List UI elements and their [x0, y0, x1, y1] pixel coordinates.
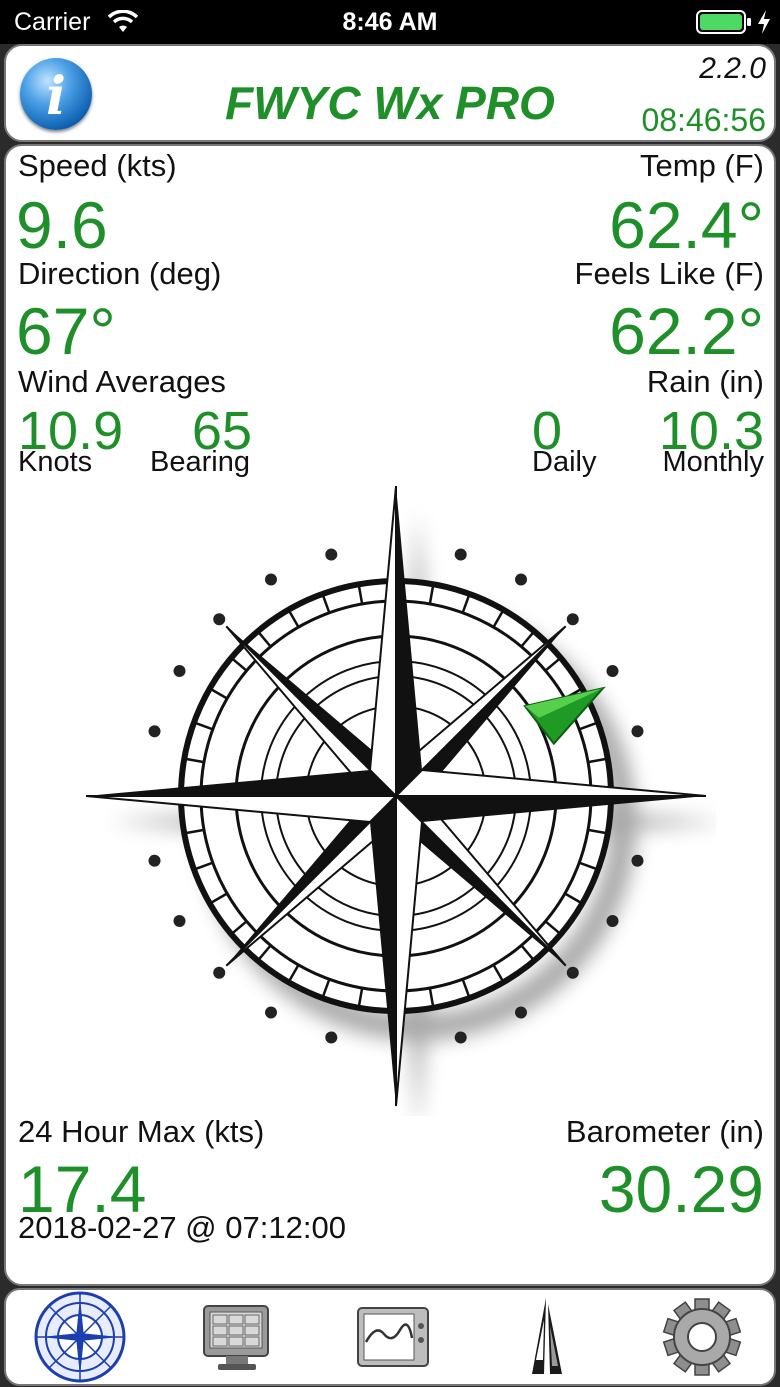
barometer-label: Barometer (in) — [565, 1114, 764, 1149]
status-time: 8:46 AM — [342, 8, 438, 36]
feels-like-value: 62.2° — [609, 294, 764, 368]
max-wind-timestamp: 2018-02-27 @ 07:12:00 — [18, 1210, 346, 1245]
tab-bar — [4, 1288, 776, 1386]
clock-label: 08:46:56 — [641, 102, 766, 138]
monitor-display-icon[interactable] — [200, 1290, 274, 1384]
feels-like-label: Feels Like (F) — [574, 256, 764, 291]
max-wind-label: 24 Hour Max (kts) — [18, 1114, 265, 1149]
speed-value: 9.6 — [16, 188, 108, 262]
avg-knots-label: Knots — [18, 446, 93, 478]
temp-label: Temp (F) — [640, 148, 764, 183]
direction-value: 67° — [16, 294, 116, 368]
header-panel: i FWYC Wx PRO 2.2.0 08:46:56 — [4, 44, 776, 142]
status-bar: Carrier 8:46 AM — [0, 0, 780, 44]
charging-bolt-icon — [758, 10, 770, 34]
compass-rose-icon[interactable] — [24, 1290, 136, 1384]
wind-averages-label: Wind Averages — [18, 364, 226, 399]
battery-icon — [696, 10, 751, 34]
graph-monitor-icon[interactable] — [356, 1290, 430, 1384]
rain-daily-label: Daily — [532, 446, 597, 478]
rain-monthly-label: Monthly — [662, 446, 764, 478]
speed-label: Speed (kts) — [18, 148, 177, 183]
version-label: 2.2.0 — [699, 52, 766, 85]
sailboat-icon[interactable] — [522, 1290, 572, 1384]
gear-icon[interactable] — [660, 1290, 744, 1384]
barometer-value: 30.29 — [598, 1152, 764, 1226]
wind-compass-rose — [85, 485, 716, 1116]
avg-bearing-label: Bearing — [150, 446, 250, 478]
weather-panel: Speed (kts) 9.6 Temp (F) 62.4° Direction… — [4, 144, 776, 1286]
temp-value: 62.4° — [609, 188, 764, 262]
rain-label: Rain (in) — [646, 364, 764, 399]
direction-label: Direction (deg) — [18, 256, 222, 291]
